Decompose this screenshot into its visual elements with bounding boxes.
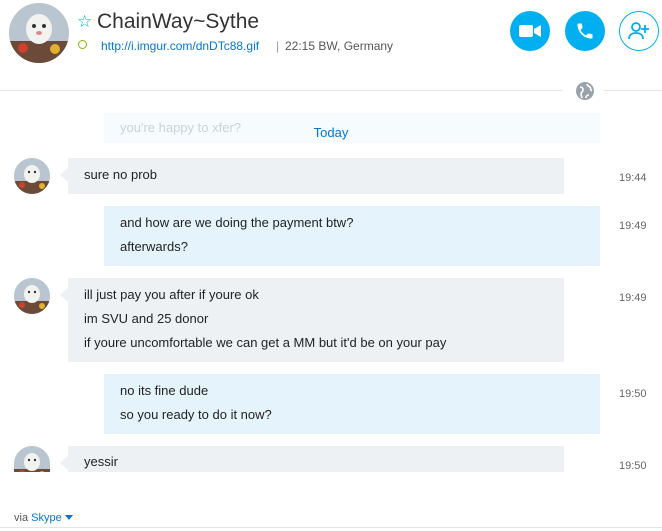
presence-status-icon bbox=[78, 40, 87, 49]
message-bubble-outgoing[interactable]: no its fine dude so you ready to do it n… bbox=[104, 374, 600, 434]
favorite-star-icon[interactable]: ☆ bbox=[77, 12, 92, 32]
composer-divider bbox=[0, 527, 662, 528]
message-text: so you ready to do it now? bbox=[120, 407, 272, 422]
sender-avatar[interactable] bbox=[14, 446, 50, 472]
message-text: if youre uncomfortable we can get a MM b… bbox=[84, 335, 447, 350]
message-timestamp: 19:50 bbox=[619, 388, 647, 400]
conversation-header: ☆ ChainWay~Sythe http://i.imgur.com/dnDT… bbox=[0, 0, 662, 90]
date-divider-label: Today bbox=[313, 125, 349, 140]
message-text: im SVU and 25 donor bbox=[84, 311, 209, 326]
message-text: yessir bbox=[84, 454, 118, 469]
message-timestamp: 19:49 bbox=[619, 292, 647, 304]
message-bubble-incoming[interactable]: ill just pay you after if youre ok im SV… bbox=[60, 278, 564, 362]
add-people-button[interactable] bbox=[619, 11, 659, 51]
header-divider-right bbox=[604, 90, 662, 91]
web-globe-icon[interactable] bbox=[575, 81, 595, 101]
contact-name[interactable]: ChainWay~Sythe bbox=[97, 9, 259, 35]
sender-avatar[interactable] bbox=[14, 278, 50, 314]
message-text: ill just pay you after if youre ok bbox=[84, 287, 259, 302]
date-divider: Today bbox=[0, 124, 662, 142]
message-bubble-outgoing[interactable]: and how are we doing the payment btw? af… bbox=[104, 206, 600, 266]
message-text: afterwards? bbox=[120, 239, 188, 254]
video-call-button[interactable] bbox=[510, 11, 550, 51]
chevron-down-icon[interactable] bbox=[64, 515, 73, 520]
message-timestamp: 19:49 bbox=[619, 220, 647, 232]
header-separator: | bbox=[276, 39, 280, 53]
audio-call-button[interactable] bbox=[565, 11, 605, 51]
message-text: sure no prob bbox=[84, 167, 157, 182]
service-name[interactable]: Skype bbox=[31, 512, 62, 524]
message-text: and how are we doing the payment btw? bbox=[120, 215, 354, 230]
via-label: via bbox=[14, 512, 29, 524]
contact-local-time: 22:15 BW, Germany bbox=[285, 39, 394, 53]
message-timestamp: 19:44 bbox=[619, 172, 647, 184]
contact-avatar[interactable] bbox=[9, 3, 69, 63]
message-bubble-incoming[interactable]: yessir bbox=[60, 446, 564, 472]
phone-icon bbox=[577, 23, 593, 39]
add-person-icon bbox=[628, 22, 649, 40]
header-divider bbox=[0, 90, 562, 91]
message-bubble-incoming[interactable]: sure no prob bbox=[60, 158, 564, 194]
message-text: no its fine dude bbox=[120, 383, 209, 398]
message-timestamp: 19:50 bbox=[619, 460, 647, 472]
mood-message-link[interactable]: http://i.imgur.com/dnDTc88.gif bbox=[101, 38, 259, 54]
message-service-selector[interactable]: via Skype bbox=[14, 511, 73, 525]
video-camera-icon bbox=[519, 25, 541, 37]
sender-avatar[interactable] bbox=[14, 158, 50, 194]
